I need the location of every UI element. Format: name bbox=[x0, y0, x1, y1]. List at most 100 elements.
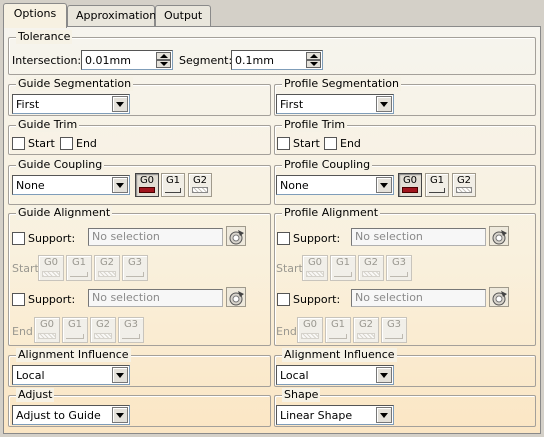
g3-icon bbox=[126, 272, 144, 277]
profile-start-g1-button[interactable]: G1 bbox=[330, 255, 356, 281]
profile-trim-end-label: End bbox=[340, 137, 361, 150]
profile-influence-title: Alignment Influence bbox=[282, 348, 397, 362]
spin-up-icon[interactable] bbox=[306, 52, 321, 60]
g2-icon bbox=[192, 187, 208, 193]
guide-start-g2-button[interactable]: G2 bbox=[94, 255, 120, 281]
guide-coupling-g0-button[interactable]: G0 bbox=[135, 173, 159, 197]
profile-trim-end-checkbox[interactable] bbox=[324, 137, 337, 150]
dialog-root: Options Approximation Output Tolerance I… bbox=[0, 0, 544, 437]
guide-end-g1-button[interactable]: G1 bbox=[62, 317, 88, 343]
profile-support1-field[interactable]: No selection bbox=[351, 228, 486, 246]
profile-end-g2-button[interactable]: G2 bbox=[353, 317, 379, 343]
g1-icon bbox=[334, 272, 352, 277]
guide-start-g1-button[interactable]: G1 bbox=[66, 255, 92, 281]
profile-support1-label: Support: bbox=[293, 232, 341, 245]
adjust-combo[interactable]: Adjust to Guide bbox=[12, 405, 130, 425]
guide-trim-end-checkbox[interactable] bbox=[60, 137, 73, 150]
profile-influence-value: Local bbox=[280, 369, 309, 382]
chevron-down-icon[interactable] bbox=[112, 177, 128, 193]
profile-trim-start-checkbox[interactable] bbox=[277, 137, 290, 150]
tab-output[interactable]: Output bbox=[155, 5, 211, 27]
chevron-down-icon[interactable] bbox=[376, 407, 392, 423]
guide-coupling-combo[interactable]: None bbox=[12, 175, 130, 195]
tab-approximation[interactable]: Approximation bbox=[67, 5, 156, 27]
g2-label: G2 bbox=[95, 319, 111, 330]
spin-down-icon[interactable] bbox=[156, 60, 171, 68]
guide-coupling-g2-button[interactable]: G2 bbox=[188, 173, 212, 197]
g2-label: G2 bbox=[192, 175, 208, 186]
chevron-down-icon[interactable] bbox=[376, 367, 392, 383]
intersection-label: Intersection: bbox=[12, 54, 82, 67]
g0-icon bbox=[301, 333, 319, 339]
profile-coupling-g0-button[interactable]: G0 bbox=[398, 173, 422, 197]
profile-start-label: Start bbox=[276, 262, 303, 275]
spin-up-icon[interactable] bbox=[156, 52, 171, 60]
shape-value: Linear Shape bbox=[280, 409, 353, 422]
spin-down-icon[interactable] bbox=[306, 60, 321, 68]
options-panel: Tolerance Intersection: 0.01mm Segment: … bbox=[3, 26, 541, 434]
select-element-icon[interactable] bbox=[226, 287, 246, 307]
profile-support2-checkbox[interactable] bbox=[277, 293, 290, 306]
adjust-value: Adjust to Guide bbox=[16, 409, 101, 422]
g3-icon bbox=[122, 334, 140, 339]
profile-segmentation-title: Profile Segmentation bbox=[282, 77, 402, 91]
g1-label: G1 bbox=[71, 257, 87, 268]
intersection-spinner[interactable]: 0.01mm bbox=[81, 50, 173, 70]
guide-support2-checkbox[interactable] bbox=[12, 293, 25, 306]
guide-trim-end-label: End bbox=[76, 137, 97, 150]
guide-start-g3-button[interactable]: G3 bbox=[122, 255, 148, 281]
g0-label: G0 bbox=[43, 257, 59, 268]
profile-end-g0-button[interactable]: G0 bbox=[297, 317, 323, 343]
guide-coupling-value: None bbox=[16, 179, 45, 192]
select-element-icon[interactable] bbox=[489, 226, 509, 246]
chevron-down-icon[interactable] bbox=[376, 96, 392, 112]
guide-influence-combo[interactable]: Local bbox=[12, 365, 130, 385]
guide-support2-field[interactable]: No selection bbox=[88, 289, 223, 307]
profile-influence-combo[interactable]: Local bbox=[276, 365, 394, 385]
tab-options[interactable]: Options bbox=[3, 3, 67, 28]
guide-end-g0-button[interactable]: G0 bbox=[34, 317, 60, 343]
g1-icon bbox=[66, 334, 84, 339]
g0-swatch bbox=[402, 187, 418, 193]
segment-value[interactable]: 0.1mm bbox=[235, 54, 274, 68]
profile-start-g2-button[interactable]: G2 bbox=[358, 255, 384, 281]
g2-label: G2 bbox=[358, 319, 374, 330]
profile-support2-field[interactable]: No selection bbox=[351, 289, 486, 307]
guide-support2-label: Support: bbox=[28, 293, 76, 306]
chevron-down-icon[interactable] bbox=[112, 367, 128, 383]
chevron-down-icon[interactable] bbox=[376, 177, 392, 193]
shape-title: Shape bbox=[282, 388, 321, 402]
g2-label: G2 bbox=[99, 257, 115, 268]
g1-label: G1 bbox=[67, 319, 83, 330]
intersection-value[interactable]: 0.01mm bbox=[85, 54, 131, 68]
chevron-down-icon[interactable] bbox=[112, 96, 128, 112]
profile-trim-title: Profile Trim bbox=[282, 118, 348, 132]
profile-coupling-g1-button[interactable]: G1 bbox=[425, 173, 449, 197]
g1-icon bbox=[429, 188, 445, 193]
profile-end-g3-button[interactable]: G3 bbox=[381, 317, 407, 343]
guide-segmentation-combo[interactable]: First bbox=[12, 94, 130, 114]
chevron-down-icon[interactable] bbox=[112, 407, 128, 423]
segment-spinner[interactable]: 0.1mm bbox=[231, 50, 323, 70]
profile-segmentation-combo[interactable]: First bbox=[276, 94, 394, 114]
guide-end-g2-button[interactable]: G2 bbox=[90, 317, 116, 343]
guide-end-g3-button[interactable]: G3 bbox=[118, 317, 144, 343]
profile-start-g0-button[interactable]: G0 bbox=[302, 255, 328, 281]
profile-support1-checkbox[interactable] bbox=[277, 232, 290, 245]
guide-support1-checkbox[interactable] bbox=[12, 232, 25, 245]
profile-coupling-g2-button[interactable]: G2 bbox=[452, 173, 476, 197]
select-element-icon[interactable] bbox=[226, 226, 246, 246]
guide-start-g0-button[interactable]: G0 bbox=[38, 255, 64, 281]
guide-segmentation-title: Guide Segmentation bbox=[16, 77, 134, 91]
guide-coupling-g1-button[interactable]: G1 bbox=[161, 173, 185, 197]
profile-start-g3-button[interactable]: G3 bbox=[386, 255, 412, 281]
guide-trim-start-checkbox[interactable] bbox=[12, 137, 25, 150]
guide-influence-value: Local bbox=[16, 369, 45, 382]
guide-support1-field[interactable]: No selection bbox=[88, 228, 223, 246]
profile-coupling-combo[interactable]: None bbox=[276, 175, 394, 195]
shape-combo[interactable]: Linear Shape bbox=[276, 405, 394, 425]
profile-end-g1-button[interactable]: G1 bbox=[325, 317, 351, 343]
profile-coupling-value: None bbox=[280, 179, 309, 192]
select-element-icon[interactable] bbox=[489, 287, 509, 307]
g3-label: G3 bbox=[127, 257, 143, 268]
